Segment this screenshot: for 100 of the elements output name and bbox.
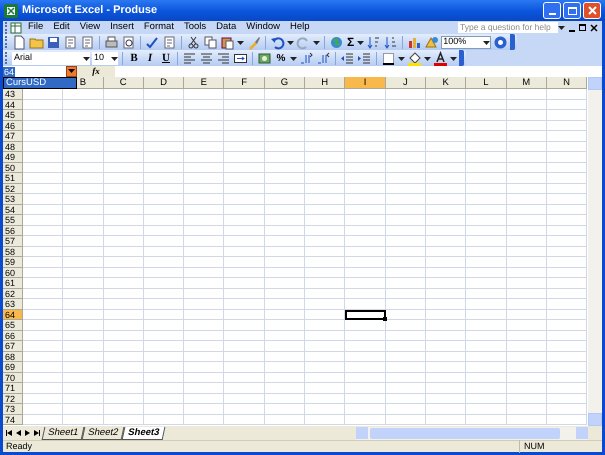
undo-icon[interactable] [270,34,285,50]
sheet-tab[interactable]: Sheet3 [122,426,166,440]
menu-item[interactable]: Insert [105,20,139,35]
zoom-dropdown[interactable]: 100% [441,36,492,48]
row-header[interactable]: 64 [3,310,23,320]
font-color-icon[interactable] [433,50,448,66]
increase-decimal-icon[interactable] [299,50,314,66]
row-header[interactable]: 62 [3,288,23,299]
column-header[interactable]: J [386,77,426,89]
name-list-item[interactable]: CursUSD [4,78,76,88]
menu-item[interactable]: File [23,20,48,35]
menu-item[interactable]: Format [138,20,179,35]
sort-descending-icon[interactable] [383,34,398,50]
menu-item[interactable]: Help [285,20,315,35]
vertical-scrollbar[interactable] [588,77,602,426]
italic-button[interactable]: I [143,50,157,66]
row-header[interactable]: 45 [3,110,23,120]
currency-icon[interactable] [257,50,272,66]
close-icon[interactable] [590,24,598,32]
percent-button[interactable]: % [274,50,288,66]
decrease-indent-icon[interactable] [340,50,355,66]
formula-field[interactable] [115,66,602,77]
column-header[interactable]: H [305,77,346,89]
row-header[interactable]: 60 [3,268,23,278]
help-search-field[interactable]: Type a question for help [458,22,558,33]
column-header[interactable]: M [506,77,547,89]
row-header[interactable]: 59 [3,257,23,268]
dropdown-button[interactable] [66,66,77,77]
column-header[interactable]: G [264,77,306,89]
row-header[interactable]: 68 [3,352,23,362]
row-header[interactable]: 53 [3,194,23,204]
help-icon[interactable] [493,34,508,50]
row-header[interactable]: 73 [3,404,23,414]
first-sheet-icon[interactable] [6,430,12,436]
drawing-icon[interactable] [424,34,440,50]
font-dropdown[interactable]: Arial [12,52,90,64]
printer-icon[interactable] [104,34,119,50]
horizontal-scrollbar[interactable] [356,426,588,440]
column-header[interactable]: F [224,77,265,89]
save-icon[interactable] [46,34,61,50]
clipboard-icon[interactable] [220,34,235,50]
row-header[interactable]: 52 [3,184,23,194]
document-icon[interactable] [63,34,78,50]
menu-item[interactable]: View [74,20,106,35]
underline-button[interactable]: U [159,50,173,66]
row-header[interactable]: 57 [3,236,23,246]
autosum-button[interactable]: Σ [346,36,356,48]
column-header[interactable]: I [345,77,386,89]
borders-icon[interactable] [381,50,396,66]
row-header[interactable]: 71 [3,383,23,394]
row-header[interactable]: 56 [3,226,23,236]
row-header[interactable]: 44 [3,100,23,110]
name-box[interactable]: 64 [3,66,77,77]
row-header[interactable]: 70 [3,372,23,383]
row-header[interactable]: 43 [3,89,23,100]
fill-bucket-icon[interactable] [407,50,422,66]
column-header[interactable]: D [144,77,184,89]
toolbar-options-button[interactable] [510,34,516,50]
row-header[interactable]: 48 [3,142,23,152]
row-header[interactable]: 51 [3,173,23,184]
row-header[interactable]: 50 [3,162,23,173]
row-header[interactable]: 74 [3,414,23,425]
row-header[interactable]: 65 [3,320,23,330]
maximize-button[interactable] [563,2,581,19]
active-cell[interactable] [345,310,386,320]
minimize-icon[interactable] [569,30,575,32]
align-center-icon[interactable] [199,50,214,66]
menu-item[interactable]: Tools [178,20,212,35]
spelling-icon[interactable] [145,34,160,50]
row-header[interactable]: 66 [3,330,23,341]
align-left-icon[interactable] [182,50,197,66]
row-header[interactable]: 55 [3,215,23,226]
row-header[interactable]: 67 [3,341,23,352]
restore-icon[interactable] [579,24,586,31]
last-sheet-icon[interactable] [34,430,40,436]
copy-icon[interactable] [203,34,218,50]
row-header[interactable]: 72 [3,394,23,404]
row-header[interactable]: 47 [3,131,23,142]
row-header[interactable]: 58 [3,246,23,257]
magnifier-icon[interactable] [121,34,136,50]
font-size-dropdown[interactable]: 10 [92,52,118,64]
menu-item[interactable]: Data [211,20,242,35]
menu-item[interactable]: Edit [48,20,75,35]
decrease-decimal-icon[interactable] [316,50,331,66]
column-header[interactable]: E [184,77,224,89]
sheet-tab[interactable]: Sheet2 [82,426,125,440]
close-button[interactable] [583,2,601,19]
align-right-icon[interactable] [216,50,231,66]
document-icon[interactable] [162,34,177,50]
row-header[interactable]: 46 [3,120,23,131]
increase-indent-icon[interactable] [357,50,372,66]
next-sheet-icon[interactable] [25,430,30,436]
workbook-icon[interactable] [10,22,23,34]
column-header[interactable]: K [426,77,466,89]
row-header[interactable]: 69 [3,362,23,372]
row-header[interactable]: 63 [3,299,23,310]
previous-sheet-icon[interactable] [16,430,21,436]
column-header[interactable]: C [104,77,144,89]
sheet-tab[interactable]: Sheet1 [42,426,84,440]
column-header[interactable]: N [546,77,588,89]
